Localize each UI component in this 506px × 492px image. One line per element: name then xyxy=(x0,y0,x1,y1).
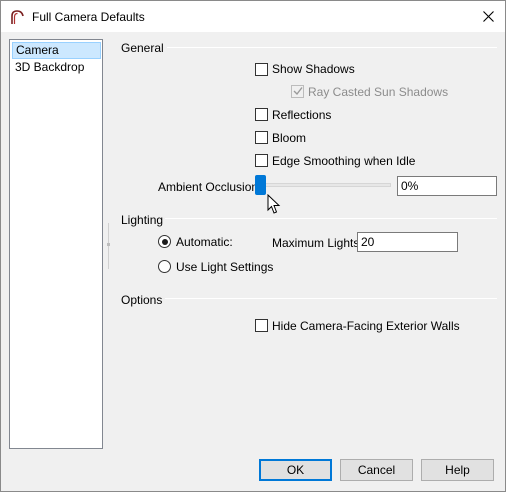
ambient-occlusion-slider-track[interactable] xyxy=(255,183,391,187)
lighting-heading: Lighting xyxy=(121,213,164,227)
ambient-occlusion-input[interactable]: 0% xyxy=(397,176,497,196)
maximum-lights-label: Maximum Lights: xyxy=(272,236,363,250)
checkmark-icon xyxy=(293,87,303,96)
show-shadows-checkbox[interactable] xyxy=(255,63,268,76)
bloom-label: Bloom xyxy=(272,131,307,145)
mouse-pointer-icon xyxy=(267,194,281,214)
general-heading: General xyxy=(121,41,164,55)
automatic-radio[interactable] xyxy=(158,235,171,248)
splitter-grip-icon[interactable] xyxy=(107,223,110,269)
radio-selected-dot xyxy=(161,238,168,245)
lighting-divider xyxy=(165,218,497,219)
help-button[interactable]: Help xyxy=(421,459,494,481)
show-shadows-label: Show Shadows xyxy=(272,62,355,76)
window-title: Full Camera Defaults xyxy=(32,10,145,24)
close-button[interactable] xyxy=(471,1,505,32)
ok-button[interactable]: OK xyxy=(259,459,332,481)
ray-casted-shadows-checkbox[interactable] xyxy=(291,85,304,98)
edge-smoothing-label: Edge Smoothing when Idle xyxy=(272,154,416,168)
use-light-settings-label: Use Light Settings xyxy=(176,260,274,274)
category-list[interactable]: Camera 3D Backdrop xyxy=(9,39,103,449)
options-divider xyxy=(165,298,497,299)
close-icon xyxy=(482,11,494,22)
hide-walls-checkbox[interactable] xyxy=(255,319,268,332)
options-heading: Options xyxy=(121,293,163,307)
general-divider xyxy=(167,47,497,48)
nav-item-camera[interactable]: Camera xyxy=(12,42,101,59)
ray-casted-shadows-label: Ray Casted Sun Shadows xyxy=(308,85,449,99)
app-arch-icon xyxy=(11,10,24,24)
edge-smoothing-checkbox[interactable] xyxy=(255,154,268,167)
hide-walls-label: Hide Camera-Facing Exterior Walls xyxy=(272,319,460,333)
bloom-checkbox[interactable] xyxy=(255,131,268,144)
ambient-occlusion-label: Ambient Occlusion: xyxy=(158,180,262,194)
use-light-settings-radio[interactable] xyxy=(158,260,171,273)
dialog-window: Full Camera Defaults Camera 3D Backdrop … xyxy=(0,0,506,492)
nav-item-3d-backdrop[interactable]: 3D Backdrop xyxy=(12,60,101,77)
reflections-checkbox[interactable] xyxy=(255,108,268,121)
title-bar[interactable]: Full Camera Defaults xyxy=(1,1,505,32)
ambient-occlusion-slider-thumb[interactable] xyxy=(255,175,266,195)
maximum-lights-input[interactable]: 20 xyxy=(357,232,458,252)
cancel-button[interactable]: Cancel xyxy=(340,459,413,481)
automatic-label: Automatic: xyxy=(176,235,233,249)
reflections-label: Reflections xyxy=(272,108,332,122)
